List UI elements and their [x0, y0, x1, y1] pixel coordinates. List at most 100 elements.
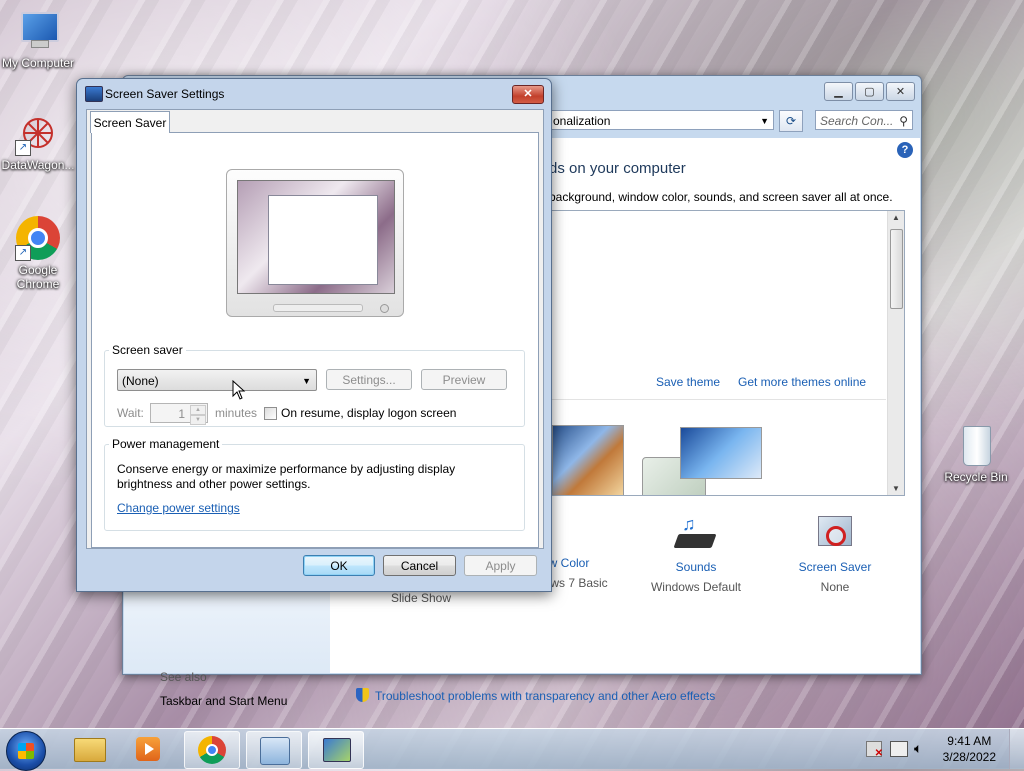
- volume-icon[interactable]: 🔈︎: [914, 740, 922, 757]
- clock-date: 3/28/2022: [942, 750, 996, 764]
- screen-saver-sub: None: [820, 580, 850, 594]
- settings-button[interactable]: Settings...: [326, 369, 412, 390]
- monitor-base: [273, 304, 363, 312]
- dialog-title: Screen Saver Settings: [105, 87, 225, 101]
- wait-value: 1: [178, 407, 185, 421]
- see-also-heading: See also: [160, 670, 207, 684]
- sounds-sub: Windows Default: [650, 580, 742, 594]
- preview-button[interactable]: Preview: [421, 369, 507, 390]
- clock-time: 9:41 AM: [947, 734, 992, 748]
- change-power-settings-link[interactable]: Change power settings: [117, 501, 240, 515]
- monitor-power-led: [380, 304, 389, 313]
- taskbar-screen-saver[interactable]: [308, 731, 364, 769]
- desktop-icon-recycle-bin[interactable]: Recycle Bin: [938, 422, 1014, 484]
- resume-logon-label: On resume, display logon screen: [281, 406, 457, 420]
- help-icon[interactable]: ?: [897, 142, 913, 158]
- troubleshoot-label: Troubleshoot problems with transparency …: [375, 689, 716, 703]
- system-clock[interactable]: 9:41 AM 3/28/2022: [943, 733, 996, 765]
- theme-list[interactable]: Save theme Get more themes online ▲ ▼: [549, 210, 905, 496]
- screen-saver-icon: [323, 738, 351, 762]
- screen-saver-select[interactable]: (None) ▼: [117, 369, 317, 391]
- taskbar-chrome[interactable]: [184, 731, 240, 769]
- desktop-icon-my-computer[interactable]: My Computer: [0, 8, 76, 70]
- taskbar-control-panel[interactable]: [246, 731, 302, 769]
- save-theme-link[interactable]: Save theme: [656, 375, 720, 389]
- desktop-background-item[interactable]: Slide Show: [361, 591, 481, 605]
- wait-minutes-spinner[interactable]: 1 ▲ ▼: [150, 403, 208, 425]
- close-button[interactable]: ✕: [886, 82, 915, 101]
- cancel-button[interactable]: Cancel: [383, 555, 456, 576]
- desktop-icon-label: My Computer: [1, 56, 75, 70]
- recycle-bin-icon: [953, 422, 999, 468]
- search-placeholder: Search Con...: [820, 114, 894, 128]
- preview-window-thumbnail: [268, 195, 378, 285]
- datawagon-icon: ↗: [15, 110, 61, 156]
- chevron-down-icon[interactable]: ▼: [760, 111, 769, 131]
- wait-label: Wait:: [117, 406, 144, 420]
- screen-saver-dialog: Screen Saver Settings ✕ Screen Saver Scr…: [76, 78, 552, 592]
- taskbar-media-player[interactable]: [122, 731, 176, 767]
- maximize-button[interactable]: ▢: [855, 82, 884, 101]
- action-center-icon[interactable]: ✕: [866, 741, 883, 759]
- desktop-icon-datawagon[interactable]: ↗ DataWagon...: [0, 110, 76, 172]
- desktop-icon-label: Recycle Bin: [944, 470, 1008, 484]
- close-button[interactable]: ✕: [512, 85, 544, 104]
- screen-saver-group-label: Screen saver: [112, 343, 183, 357]
- minutes-label: minutes: [215, 406, 258, 420]
- desktop-icon-google-chrome[interactable]: ↗ Google Chrome: [0, 215, 76, 291]
- screen-saver-selected: (None): [122, 374, 159, 388]
- show-desktop-button[interactable]: [1009, 729, 1024, 769]
- sounds-label: Sounds: [675, 560, 717, 574]
- power-management-label: Power management: [112, 437, 220, 451]
- shield-icon: [356, 688, 369, 702]
- scroll-down-icon[interactable]: ▼: [888, 484, 904, 493]
- chrome-icon: [198, 736, 226, 764]
- scrollbar-thumb[interactable]: [890, 229, 903, 309]
- page-subtitle: background, window color, sounds, and sc…: [549, 190, 893, 204]
- screen-saver-label: Screen Saver: [798, 560, 872, 574]
- theme-thumbnail[interactable]: [552, 425, 624, 495]
- taskbar: ✕ 🔈︎ 9:41 AM 3/28/2022: [0, 728, 1024, 771]
- windows-logo-icon: [18, 743, 34, 759]
- network-icon[interactable]: [890, 741, 908, 757]
- sounds-item[interactable]: ♫ Sounds Windows Default: [636, 514, 756, 594]
- taskbar-explorer[interactable]: [62, 731, 116, 767]
- monitor-preview: [226, 169, 404, 317]
- desktop-icon-label: DataWagon...: [1, 158, 75, 172]
- troubleshoot-link[interactable]: Troubleshoot problems with transparency …: [356, 688, 715, 703]
- sounds-icon: ♫: [672, 514, 720, 554]
- search-icon[interactable]: ⚲: [899, 111, 908, 131]
- get-more-themes-link[interactable]: Get more themes online: [738, 375, 866, 389]
- spin-down-icon[interactable]: ▼: [190, 415, 206, 425]
- screen-saver-app-icon: [85, 86, 103, 102]
- mouse-cursor-icon: [232, 380, 246, 400]
- theme-thumbnail[interactable]: [680, 427, 762, 479]
- refresh-icon[interactable]: ⟳: [779, 110, 803, 132]
- minimize-button[interactable]: ▁: [824, 82, 853, 101]
- ok-button[interactable]: OK: [303, 555, 375, 576]
- control-panel-icon: [260, 737, 290, 765]
- preview-screen: [237, 180, 395, 294]
- media-player-icon: [136, 737, 160, 761]
- start-button[interactable]: [6, 731, 46, 771]
- vertical-scrollbar[interactable]: ▲ ▼: [887, 211, 904, 495]
- spin-up-icon[interactable]: ▲: [190, 405, 206, 415]
- search-input[interactable]: Search Con... ⚲: [815, 110, 913, 130]
- tab-screen-saver[interactable]: Screen Saver: [90, 111, 170, 133]
- screen-saver-icon: [814, 514, 856, 554]
- page-title: ds on your computer: [549, 160, 686, 177]
- power-description: Conserve energy or maximize performance …: [117, 462, 456, 491]
- screen-saver-item[interactable]: Screen Saver None: [775, 514, 895, 594]
- scroll-up-icon[interactable]: ▲: [888, 213, 904, 222]
- spinner-buttons[interactable]: ▲ ▼: [190, 405, 206, 425]
- apply-button[interactable]: Apply: [464, 555, 537, 576]
- address-bar[interactable]: onalization ▼: [548, 110, 774, 130]
- chrome-icon: ↗: [15, 215, 61, 261]
- folder-icon: [74, 738, 106, 762]
- desktop-background-sub: Slide Show: [390, 591, 452, 605]
- chevron-down-icon[interactable]: ▼: [302, 370, 311, 392]
- taskbar-start-menu-link[interactable]: Taskbar and Start Menu: [160, 694, 287, 708]
- dialog-titlebar[interactable]: Screen Saver Settings ✕: [77, 79, 551, 107]
- resume-logon-checkbox[interactable]: [264, 407, 277, 420]
- side-pane: [124, 578, 330, 673]
